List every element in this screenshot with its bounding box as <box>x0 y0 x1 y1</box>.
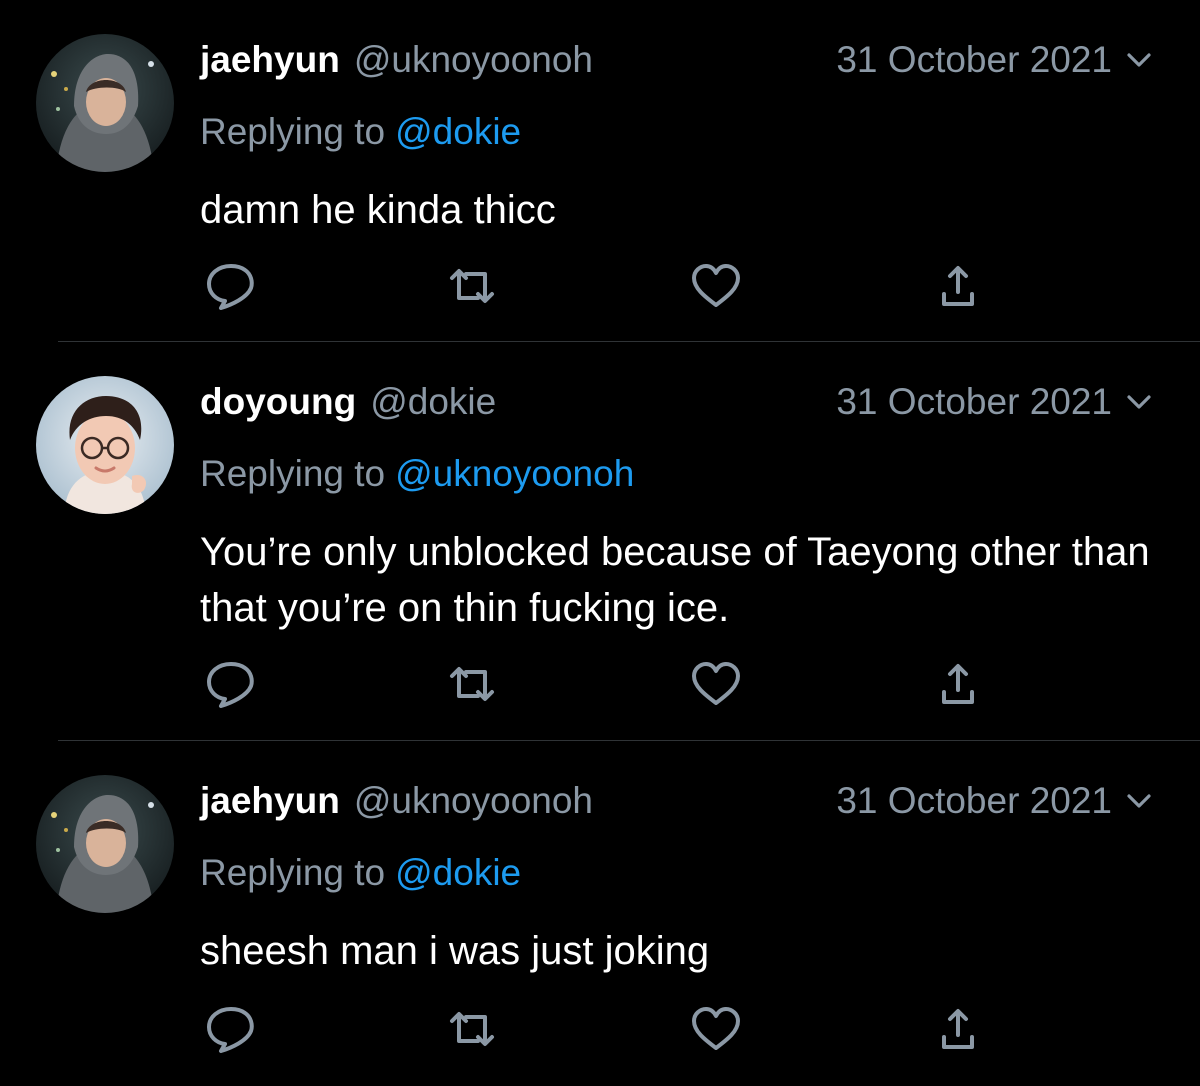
tweet-date: 31 October 2021 <box>836 381 1112 422</box>
avatar[interactable] <box>36 376 174 514</box>
user-handle[interactable]: @uknoyoonoh <box>354 39 593 81</box>
like-icon <box>688 658 744 710</box>
replying-to-label: Replying to <box>200 852 386 893</box>
share-button[interactable] <box>926 654 990 714</box>
share-icon <box>930 1003 986 1055</box>
chevron-down-icon[interactable] <box>1124 387 1154 417</box>
reply-icon <box>203 1003 259 1055</box>
tweet[interactable]: jaehyun @uknoyoonoh 31 October 2021 Repl… <box>0 0 1200 341</box>
display-name[interactable]: doyoung <box>200 381 356 423</box>
replying-to: Replying to @dokie <box>200 849 521 897</box>
tweet-date: 31 October 2021 <box>836 39 1112 80</box>
replying-to-label: Replying to <box>200 453 386 494</box>
like-icon <box>688 260 744 312</box>
avatar[interactable] <box>36 34 174 172</box>
replying-to: Replying to @uknoyoonoh <box>200 450 634 498</box>
tweet-date: 31 October 2021 <box>836 780 1112 821</box>
reply-thread: jaehyun @uknoyoonoh 31 October 2021 Repl… <box>0 0 1200 1086</box>
reply-icon <box>203 658 259 710</box>
tweet-actions <box>0 999 1200 1059</box>
retweet-icon <box>444 658 500 710</box>
reply-button[interactable] <box>199 256 263 316</box>
retweet-icon <box>444 1003 500 1055</box>
reply-button[interactable] <box>199 654 263 714</box>
display-name[interactable]: jaehyun <box>200 780 340 822</box>
share-button[interactable] <box>926 256 990 316</box>
tweet-actions <box>0 654 1200 714</box>
retweet-button[interactable] <box>440 256 504 316</box>
tweet-header: jaehyun @uknoyoonoh <box>200 777 593 825</box>
replying-to-handle[interactable]: @dokie <box>395 111 521 153</box>
replying-to-handle[interactable]: @uknoyoonoh <box>395 453 634 495</box>
chevron-down-icon[interactable] <box>1124 786 1154 816</box>
retweet-button[interactable] <box>440 654 504 714</box>
share-icon <box>930 260 986 312</box>
replying-to-label: Replying to <box>200 111 386 152</box>
replying-to-handle[interactable]: @dokie <box>395 852 521 894</box>
tweet-meta: 31 October 2021 <box>836 36 1154 84</box>
like-icon <box>688 1003 744 1055</box>
user-handle[interactable]: @dokie <box>370 381 496 423</box>
tweet-meta: 31 October 2021 <box>836 777 1154 825</box>
tweet-header: doyoung @dokie <box>200 378 496 426</box>
like-button[interactable] <box>684 256 748 316</box>
reply-icon <box>203 260 259 312</box>
like-button[interactable] <box>684 999 748 1059</box>
tweet-actions <box>0 256 1200 316</box>
share-button[interactable] <box>926 999 990 1059</box>
tweet-meta: 31 October 2021 <box>836 378 1154 426</box>
reply-button[interactable] <box>199 999 263 1059</box>
retweet-button[interactable] <box>440 999 504 1059</box>
tweet-text: sheesh man i was just joking <box>200 929 710 973</box>
display-name[interactable]: jaehyun <box>200 39 340 81</box>
tweet[interactable]: jaehyun @uknoyoonoh 31 October 2021 Repl… <box>0 741 1200 1086</box>
chevron-down-icon[interactable] <box>1124 45 1154 75</box>
retweet-icon <box>444 260 500 312</box>
user-handle[interactable]: @uknoyoonoh <box>354 780 593 822</box>
replying-to: Replying to @dokie <box>200 108 521 156</box>
like-button[interactable] <box>684 654 748 714</box>
avatar[interactable] <box>36 775 174 913</box>
share-icon <box>930 658 986 710</box>
tweet-text: damn he kinda thicc <box>200 188 556 232</box>
tweet-header: jaehyun @uknoyoonoh <box>200 36 593 84</box>
tweet-text: You’re only unblocked because of Taeyong… <box>200 530 1150 630</box>
tweet[interactable]: doyoung @dokie 31 October 2021 Replying … <box>0 342 1200 740</box>
